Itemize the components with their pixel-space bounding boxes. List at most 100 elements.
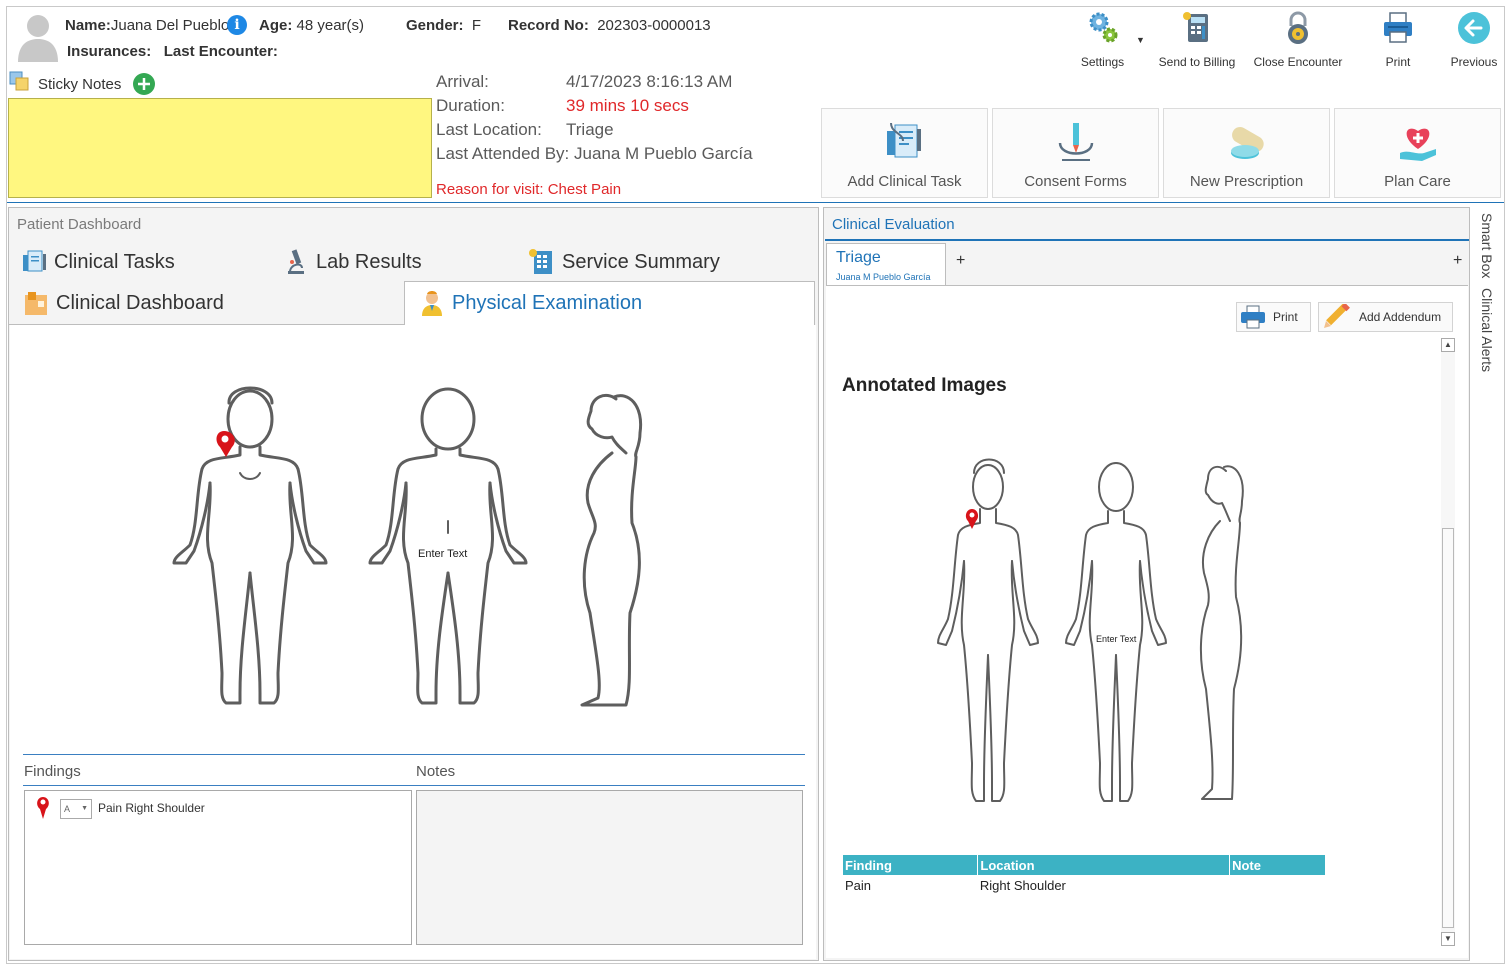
finding-column-header: Finding <box>843 855 979 875</box>
info-icon[interactable]: i <box>227 15 247 35</box>
note-cell <box>1230 875 1326 895</box>
print-evaluation-button[interactable]: Print <box>1236 302 1311 332</box>
tab-clinical-dashboard-label: Clinical Dashboard <box>56 291 224 314</box>
add-addendum-label: Add Addendum <box>1359 310 1442 324</box>
finding-type-dropdown[interactable]: A ▼ <box>60 799 92 819</box>
pencil-icon <box>1324 304 1350 328</box>
gear-icon <box>1089 12 1117 43</box>
tab-clinical-dashboard[interactable]: Clinical Dashboard <box>22 289 224 317</box>
tab-physical-examination[interactable]: Physical Examination <box>418 289 642 317</box>
body-diagram[interactable]: Enter Text <box>136 353 691 736</box>
duration-label: Duration: <box>436 96 505 115</box>
scroll-down-icon[interactable]: ▼ <box>1441 932 1455 946</box>
tab-clinical-tasks[interactable]: Clinical Tasks <box>20 248 175 276</box>
record-label: Record No: <box>508 17 589 34</box>
findings-table-header-row: Finding Location Note <box>843 855 1326 875</box>
patient-name: Juana Del Pueblo <box>110 17 230 34</box>
add-tab-button[interactable]: + <box>956 252 965 270</box>
finding-marker-icon <box>216 431 235 457</box>
heart-care-icon <box>1399 128 1436 161</box>
map-pin-icon <box>37 797 49 819</box>
notes-header: Notes <box>416 763 456 780</box>
findings-header-divider <box>23 785 805 786</box>
send-to-billing-label: Send to Billing <box>1158 55 1236 69</box>
clinical-task-icon <box>886 122 921 158</box>
lock-icon <box>1288 11 1308 44</box>
header-divider <box>7 202 1504 203</box>
add-clinical-task-button[interactable]: Add Clinical Task <box>821 108 988 198</box>
scrollbar-thumb[interactable] <box>1442 528 1454 928</box>
reason-for-visit: Reason for visit: Chest Pain <box>436 181 622 198</box>
add-clinical-task-label: Add Clinical Task <box>847 173 962 190</box>
annotated-body-image: Enter Text <box>916 423 1270 835</box>
notes-textarea[interactable] <box>416 790 803 945</box>
sticky-notes-title: Sticky Notes <box>38 76 122 93</box>
sticky-notes-area[interactable] <box>8 98 432 198</box>
send-to-billing-button[interactable]: Send to Billing <box>1157 10 1237 69</box>
arrival-value: 4/17/2023 8:16:13 AM <box>566 72 733 91</box>
clinical-dashboard-icon <box>25 292 47 315</box>
print-toolbar-button[interactable]: Print <box>1378 10 1418 69</box>
doctor-icon <box>422 291 442 316</box>
last-encounter-label: Last Encounter: <box>163 43 278 60</box>
evaluation-scrollbar[interactable]: ▲ ▼ <box>1441 338 1455 946</box>
previous-button[interactable]: Previous <box>1450 10 1498 69</box>
finding-cell: Pain <box>845 877 872 893</box>
insurance-row: Insurances: Last Encounter: <box>67 43 278 60</box>
duration-value: 39 mins 10 secs <box>566 96 689 115</box>
tab-triage[interactable]: Triage Juana M Pueblo García <box>826 243 946 286</box>
insurances-label: Insurances: <box>67 43 152 60</box>
previous-label: Previous <box>1450 55 1498 69</box>
last-attended-by: Last Attended By: Juana M Pueblo García <box>436 144 753 163</box>
scroll-up-icon[interactable]: ▲ <box>1441 338 1455 352</box>
pen-signature-icon <box>1058 123 1093 161</box>
close-encounter-label: Close Encounter <box>1253 55 1343 69</box>
tab-physical-examination-label: Physical Examination <box>452 291 643 314</box>
clinical-alerts-tab[interactable]: Clinical Alerts <box>1479 288 1495 372</box>
pill-icon <box>1230 127 1264 159</box>
patient-gender-row: Gender: F <box>406 17 481 34</box>
settings-dropdown-icon[interactable]: ▼ <box>1136 35 1145 45</box>
last-location-label: Last Location: <box>436 120 542 139</box>
plan-care-button[interactable]: Plan Care <box>1334 108 1501 198</box>
add-addendum-button[interactable]: Add Addendum <box>1318 302 1453 332</box>
settings-button[interactable]: Settings <box>1075 10 1130 69</box>
chevron-down-icon: ▼ <box>81 805 88 812</box>
tab-service-summary-label: Service Summary <box>562 250 720 273</box>
patient-name-label: Name: <box>65 17 111 34</box>
patient-age-row: Age: 48 year(s) <box>259 17 364 34</box>
clinical-tasks-icon <box>23 250 46 272</box>
age-label: Age: <box>259 17 293 34</box>
plan-care-label: Plan Care <box>1384 173 1451 190</box>
print-evaluation-label: Print <box>1273 310 1298 324</box>
record-row: Record No: 202303-0000013 <box>508 17 711 34</box>
body-annotation-text: Enter Text <box>418 548 467 560</box>
consent-forms-button[interactable]: Consent Forms <box>992 108 1159 198</box>
annotated-images-title: Annotated Images <box>842 375 1007 396</box>
clinical-evaluation-title: Clinical Evaluation <box>832 216 955 233</box>
tab-triage-subtitle: Juana M Pueblo García <box>836 272 931 282</box>
findings-top-divider <box>23 754 805 755</box>
tab-lab-results[interactable]: Lab Results <box>282 248 422 276</box>
new-prescription-label: New Prescription <box>1189 173 1304 190</box>
finding-item[interactable]: Pain Right Shoulder <box>98 801 205 815</box>
smart-box-tab[interactable]: Smart Box <box>1479 213 1495 278</box>
new-prescription-button[interactable]: New Prescription <box>1163 108 1330 198</box>
findings-table: Finding Location Note Pain Right Shoulde… <box>843 855 1326 895</box>
printer-icon <box>1384 12 1412 43</box>
location-column-header: Location <box>977 855 1231 875</box>
add-sticky-note-icon[interactable] <box>132 72 156 96</box>
findings-header: Findings <box>24 763 81 780</box>
clinical-evaluation-underline <box>825 239 1469 241</box>
close-encounter-button[interactable]: Close Encounter <box>1252 10 1344 69</box>
record-number: 202303-0000013 <box>597 17 711 34</box>
consent-forms-label: Consent Forms <box>1024 173 1127 190</box>
tab-service-summary[interactable]: Service Summary <box>528 248 720 276</box>
settings-label: Settings <box>1080 55 1125 69</box>
calculator-icon <box>1183 12 1208 42</box>
location-cell: Right Shoulder <box>979 877 1066 893</box>
patient-avatar <box>18 15 58 62</box>
add-evaluation-button[interactable]: + <box>1453 252 1462 270</box>
patient-age: 48 year(s) <box>296 17 365 34</box>
gender-label: Gender: <box>406 17 464 34</box>
